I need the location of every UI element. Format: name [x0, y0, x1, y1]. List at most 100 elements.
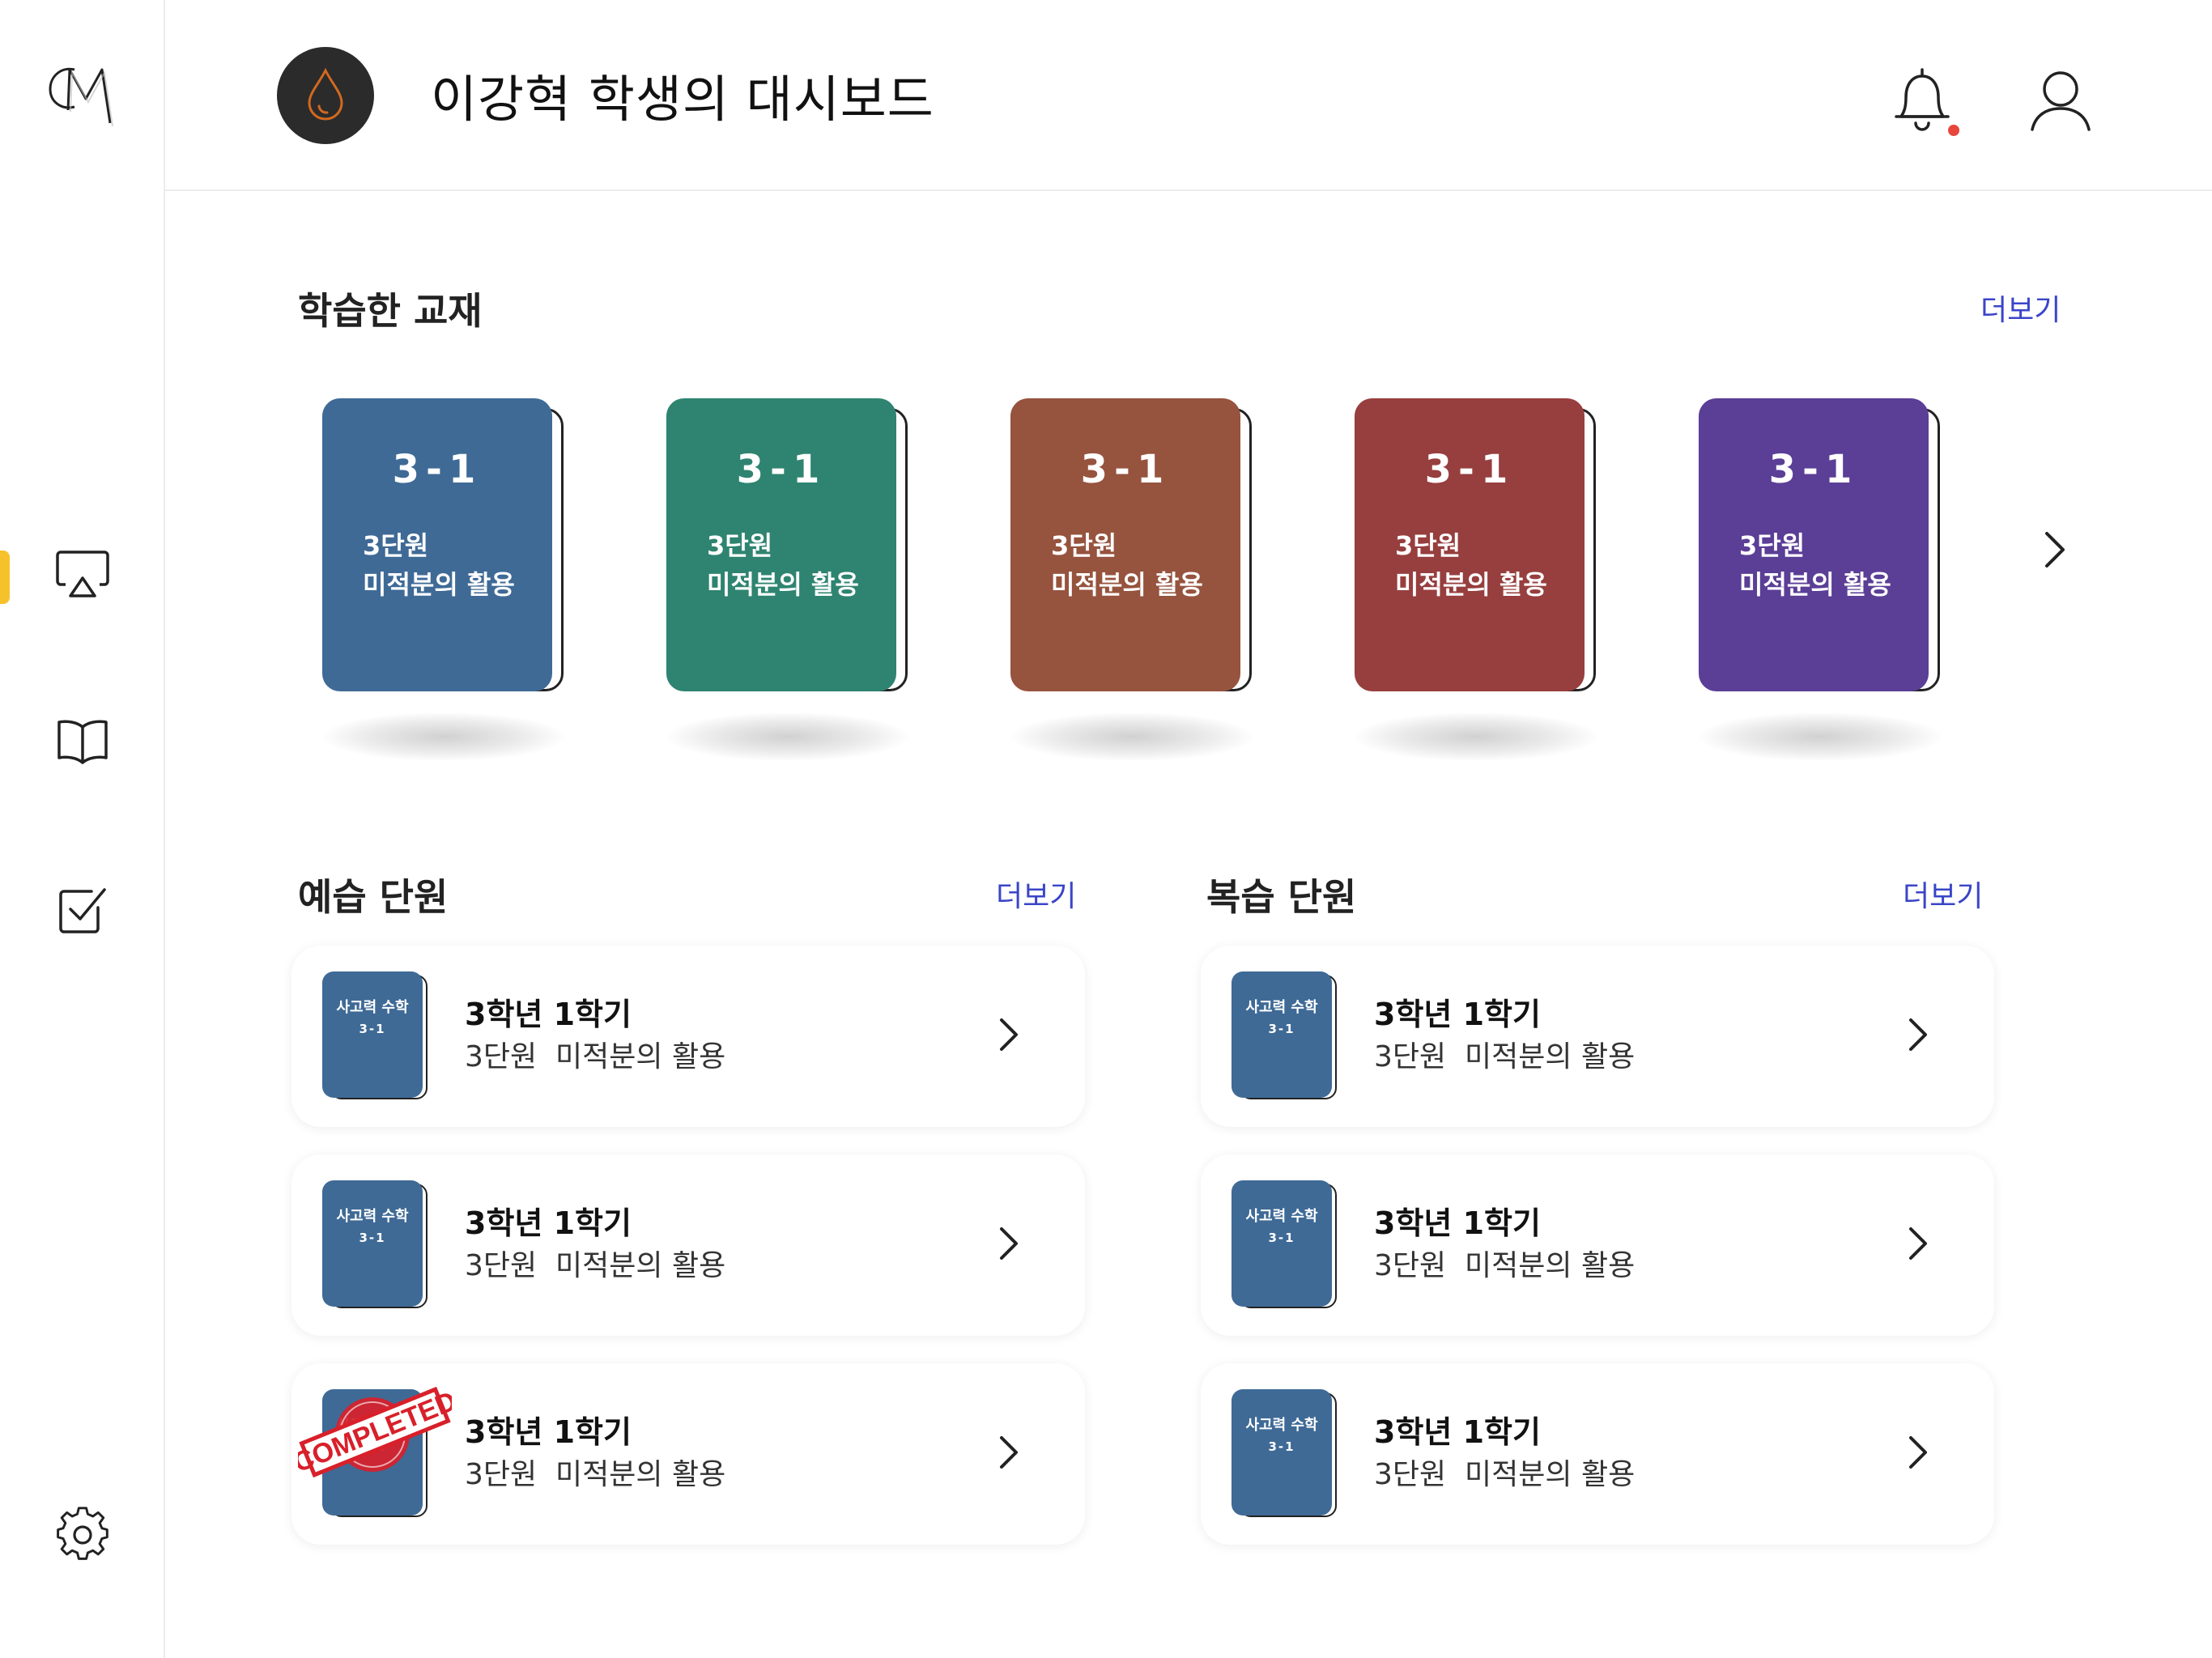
chevron-right-icon — [998, 1435, 1019, 1473]
card-unit: 3단원 미적분의 활용 — [1374, 1458, 1636, 1491]
textbooks-title: 학습한 교재 — [298, 289, 483, 333]
card-grade: 3학년 1학기 — [465, 997, 632, 1032]
mini-book-front: 사고력 수학 3-1 — [322, 971, 423, 1098]
card-arrow-button[interactable] — [986, 1431, 1032, 1477]
card-grade: 3학년 1학기 — [1374, 997, 1541, 1032]
unit-card[interactable]: 사고력 수학 3-1 3학년 1학기 3단원 미적분의 활용 — [1201, 1363, 1994, 1545]
book-unit: 3단원 — [363, 530, 429, 561]
avatar[interactable] — [277, 47, 374, 144]
card-grade: 3학년 1학기 — [465, 1414, 632, 1450]
textbook-card[interactable]: 3-1 3단원 미적분의 활용 — [322, 398, 565, 693]
book-grade: 3-1 — [392, 447, 483, 492]
mini-book-cover: 사고력 수학 3-1 — [1231, 1389, 1337, 1517]
book-unit-label: 3단원 미적분의 활용 — [363, 526, 515, 604]
book-unit: 3단원 — [1051, 530, 1117, 561]
mini-book-title: 사고력 수학 — [336, 1208, 409, 1225]
chevron-right-icon — [1908, 1435, 1929, 1473]
gear-icon — [54, 1507, 111, 1567]
completed-stamp: COMPLETED — [289, 1380, 461, 1485]
mini-book-front: 사고력 수학 3-1 — [1231, 971, 1332, 1098]
book-unit: 3단원 — [707, 530, 773, 561]
book-unit: 3단원 — [1739, 530, 1806, 561]
card-unit: 3단원 미적분의 활용 — [465, 1040, 726, 1073]
book-shadow — [322, 712, 565, 761]
notification-button[interactable] — [1890, 65, 1963, 142]
card-grade: 3학년 1학기 — [465, 1205, 632, 1241]
app-logo[interactable] — [44, 52, 125, 133]
book-topic: 미적분의 활용 — [1739, 569, 1891, 600]
card-arrow-button[interactable] — [986, 1014, 1032, 1059]
book-topic: 미적분의 활용 — [707, 569, 859, 600]
book-unit: 3단원 — [1395, 530, 1461, 561]
page-title: 이강혁 학생의 대시보드 — [431, 70, 934, 129]
unit-card[interactable]: 사고력 수학 3-1 3학년 1학기 3단원 미적분의 활용 — [291, 946, 1085, 1127]
textbook-card[interactable]: 3-1 3단원 미적분의 활용 — [1010, 398, 1253, 693]
bell-icon — [1890, 68, 1955, 138]
chevron-right-icon — [998, 1017, 1019, 1056]
mini-book-grade: 3-1 — [1268, 1022, 1295, 1036]
profile-button[interactable] — [2026, 65, 2099, 138]
preview-title: 예습 단원 — [298, 875, 449, 919]
card-arrow-button[interactable] — [1895, 1431, 1941, 1477]
mini-book-cover: 사고력 수학 3-1 — [322, 971, 428, 1099]
textbook-card[interactable]: 3-1 3단원 미적분의 활용 — [1699, 398, 1942, 693]
mini-book-grade: 3-1 — [359, 1231, 386, 1245]
review-more-link[interactable]: 더보기 — [1903, 873, 1983, 915]
card-grade: 3학년 1학기 — [1374, 1205, 1541, 1241]
nav-item-books[interactable] — [49, 709, 117, 777]
mini-book-grade: 3-1 — [1268, 1439, 1295, 1454]
top-header: 이강혁 학생의 대시보드 — [165, 0, 2212, 191]
book-shadow — [666, 712, 909, 761]
unit-card[interactable]: 사고력 수학 3-1 3학년 1학기 3단원 미적분의 활용 — [1201, 946, 1994, 1127]
book-grade: 3-1 — [1424, 447, 1515, 492]
chevron-right-icon — [998, 1226, 1019, 1265]
nav-item-settings[interactable] — [49, 1503, 117, 1571]
carousel-next-button[interactable] — [2031, 523, 2079, 580]
book-unit-label: 3단원 미적분의 활용 — [1395, 526, 1547, 604]
card-arrow-button[interactable] — [1895, 1014, 1941, 1059]
book-cover: 3-1 3단원 미적분의 활용 — [1699, 398, 1929, 691]
card-unit: 3단원 미적분의 활용 — [465, 1249, 726, 1282]
book-grade: 3-1 — [1080, 447, 1171, 492]
book-cover: 3-1 3단원 미적분의 활용 — [1355, 398, 1585, 691]
sidebar — [0, 0, 165, 1658]
book-cover: 3-1 3단원 미적분의 활용 — [322, 398, 552, 691]
book-unit-label: 3단원 미적분의 활용 — [1051, 526, 1203, 604]
book-topic: 미적분의 활용 — [1395, 569, 1547, 600]
card-arrow-button[interactable] — [986, 1222, 1032, 1268]
book-cover: 3-1 3단원 미적분의 활용 — [666, 398, 896, 691]
unit-card[interactable]: 사고력 수학 3-1 COMPLETED 3학년 1학기 3단원 미적분의 활용 — [289, 1363, 1085, 1545]
book-grade: 3-1 — [736, 447, 827, 492]
nav-item-tasks[interactable] — [49, 878, 117, 946]
chevron-right-icon — [1908, 1017, 1929, 1056]
airplay-icon — [54, 549, 111, 604]
book-grade: 3-1 — [1768, 447, 1859, 492]
card-unit: 3단원 미적분의 활용 — [1374, 1040, 1636, 1073]
textbooks-more-link[interactable]: 더보기 — [1980, 287, 2061, 329]
mini-book-cover: 사고력 수학 3-1 — [322, 1180, 428, 1308]
book-cover: 3-1 3단원 미적분의 활용 — [1010, 398, 1240, 691]
checkbox-icon — [56, 883, 109, 940]
mini-book-title: 사고력 수학 — [1245, 1208, 1318, 1225]
chevron-right-icon — [1908, 1226, 1929, 1265]
book-shadow — [1010, 712, 1253, 761]
water-drop-icon — [301, 66, 350, 125]
mini-book-front: 사고력 수학 3-1 — [1231, 1389, 1332, 1516]
textbook-card[interactable]: 3-1 3단원 미적분의 활용 — [666, 398, 909, 693]
unit-card[interactable]: 사고력 수학 3-1 3학년 1학기 3단원 미적분의 활용 — [1201, 1154, 1994, 1336]
nav-item-airplay[interactable] — [49, 542, 117, 610]
mini-book-front: 사고력 수학 3-1 — [1231, 1180, 1332, 1307]
review-title: 복습 단원 — [1206, 875, 1357, 919]
card-arrow-button[interactable] — [1895, 1222, 1941, 1268]
book-shadow — [1355, 712, 1597, 761]
mini-book-front: 사고력 수학 3-1 — [322, 1180, 423, 1307]
mini-book-title: 사고력 수학 — [1245, 999, 1318, 1016]
mini-book-grade: 3-1 — [359, 1022, 386, 1036]
active-indicator — [0, 551, 10, 604]
textbook-card[interactable]: 3-1 3단원 미적분의 활용 — [1355, 398, 1597, 693]
unit-card[interactable]: 사고력 수학 3-1 3학년 1학기 3단원 미적분의 활용 — [291, 1154, 1085, 1336]
book-icon — [54, 716, 111, 771]
book-unit-label: 3단원 미적분의 활용 — [1739, 526, 1891, 604]
mini-book-cover: 사고력 수학 3-1 — [1231, 971, 1337, 1099]
preview-more-link[interactable]: 더보기 — [996, 873, 1076, 915]
